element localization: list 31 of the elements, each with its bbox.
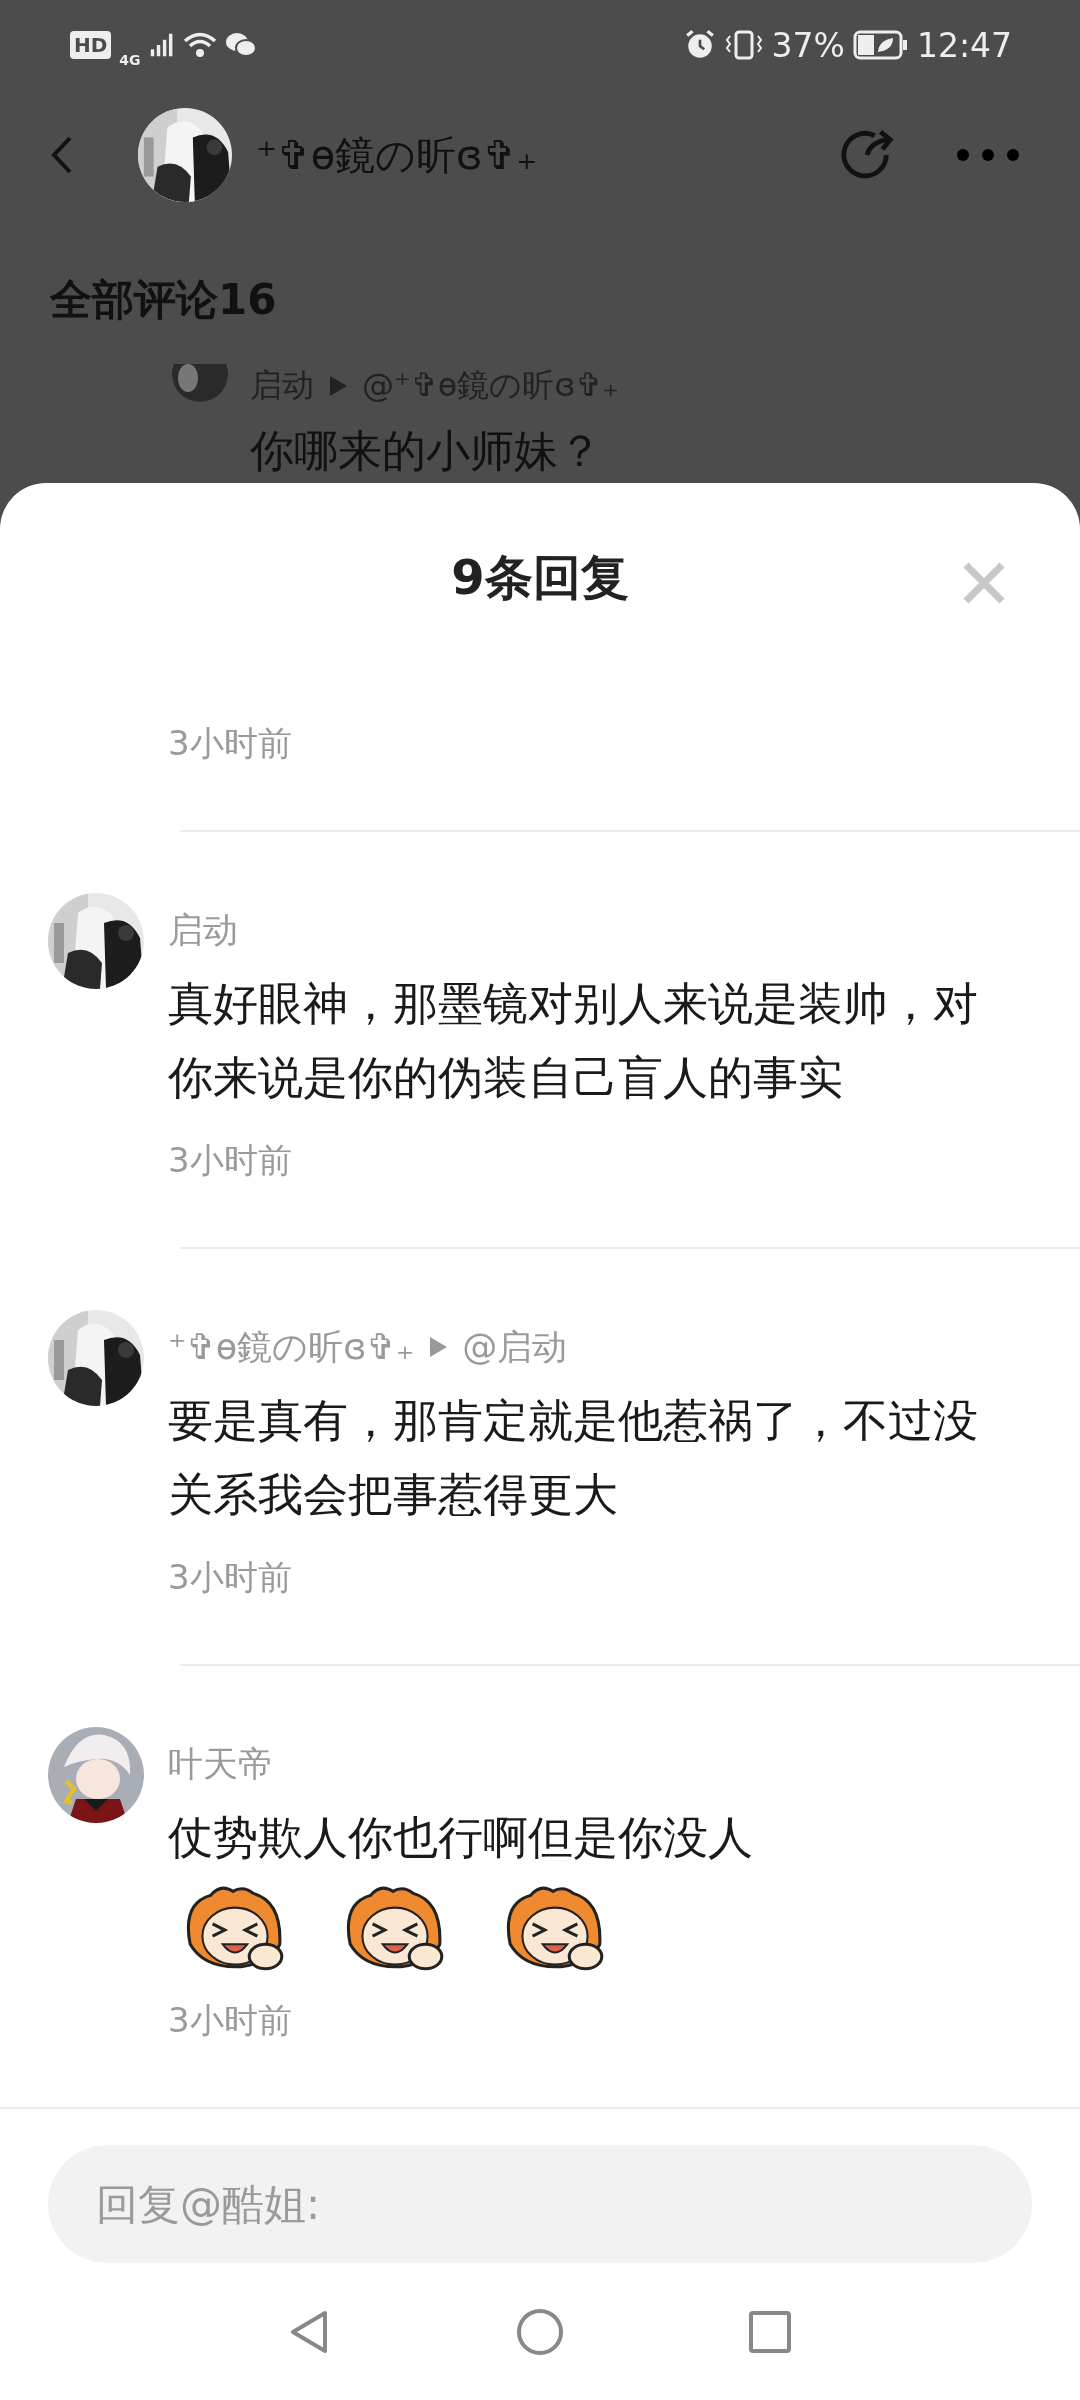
author-name[interactable]: 叶天帝 <box>168 1740 273 1788</box>
reply-text: 你哪来的小师妹？ <box>250 424 603 478</box>
vibrate-icon <box>723 30 764 60</box>
timestamp: 3小时前 <box>168 1140 293 1180</box>
more-icon[interactable] <box>956 148 1020 162</box>
home-icon[interactable] <box>515 2307 565 2357</box>
timestamp: 3小时前 <box>168 1557 293 1597</box>
back-icon[interactable] <box>50 135 74 175</box>
author-name[interactable]: ⁺✞ɵ鏡の昕ɞ✞₊ <box>168 1323 415 1371</box>
clock: 12:47 <box>916 25 1012 65</box>
reply-text: 仗势欺人你也行啊但是你没人 <box>168 1810 754 1866</box>
reply-text: 要是真有，那肯定就是他惹祸了，不过没关系我会把事惹得更大 <box>168 1393 979 1523</box>
comments-heading: 全部评论16 <box>49 274 278 326</box>
author-name[interactable]: 启动 <box>168 906 238 954</box>
sheet-title: 9条回复 <box>451 548 629 607</box>
timestamp: 3小时前 <box>168 723 293 763</box>
network-label: 4G <box>119 52 141 68</box>
hd-badge: HD <box>70 31 112 59</box>
page-title: ⁺✞ɵ鏡の昕ɞ✞₊ <box>256 130 539 180</box>
triangle-icon <box>428 1336 449 1358</box>
reply-text: 真好眼神，那墨镜对别人来说是装帅，对你来说是你的伪装自己盲人的事实 <box>168 976 979 1106</box>
alarm-icon <box>683 29 716 61</box>
timestamp: 3小时前 <box>168 2000 293 2040</box>
close-icon[interactable] <box>962 561 1006 605</box>
reply-target[interactable]: @启动 <box>462 1323 568 1371</box>
wifi-icon <box>182 31 217 59</box>
signal-icon <box>148 32 175 58</box>
battery-icon <box>852 30 909 60</box>
reply-input[interactable]: 回复@酷姐: <box>48 2145 1032 2263</box>
triangle-icon <box>328 375 348 397</box>
battery-percent: 37% <box>771 25 845 65</box>
